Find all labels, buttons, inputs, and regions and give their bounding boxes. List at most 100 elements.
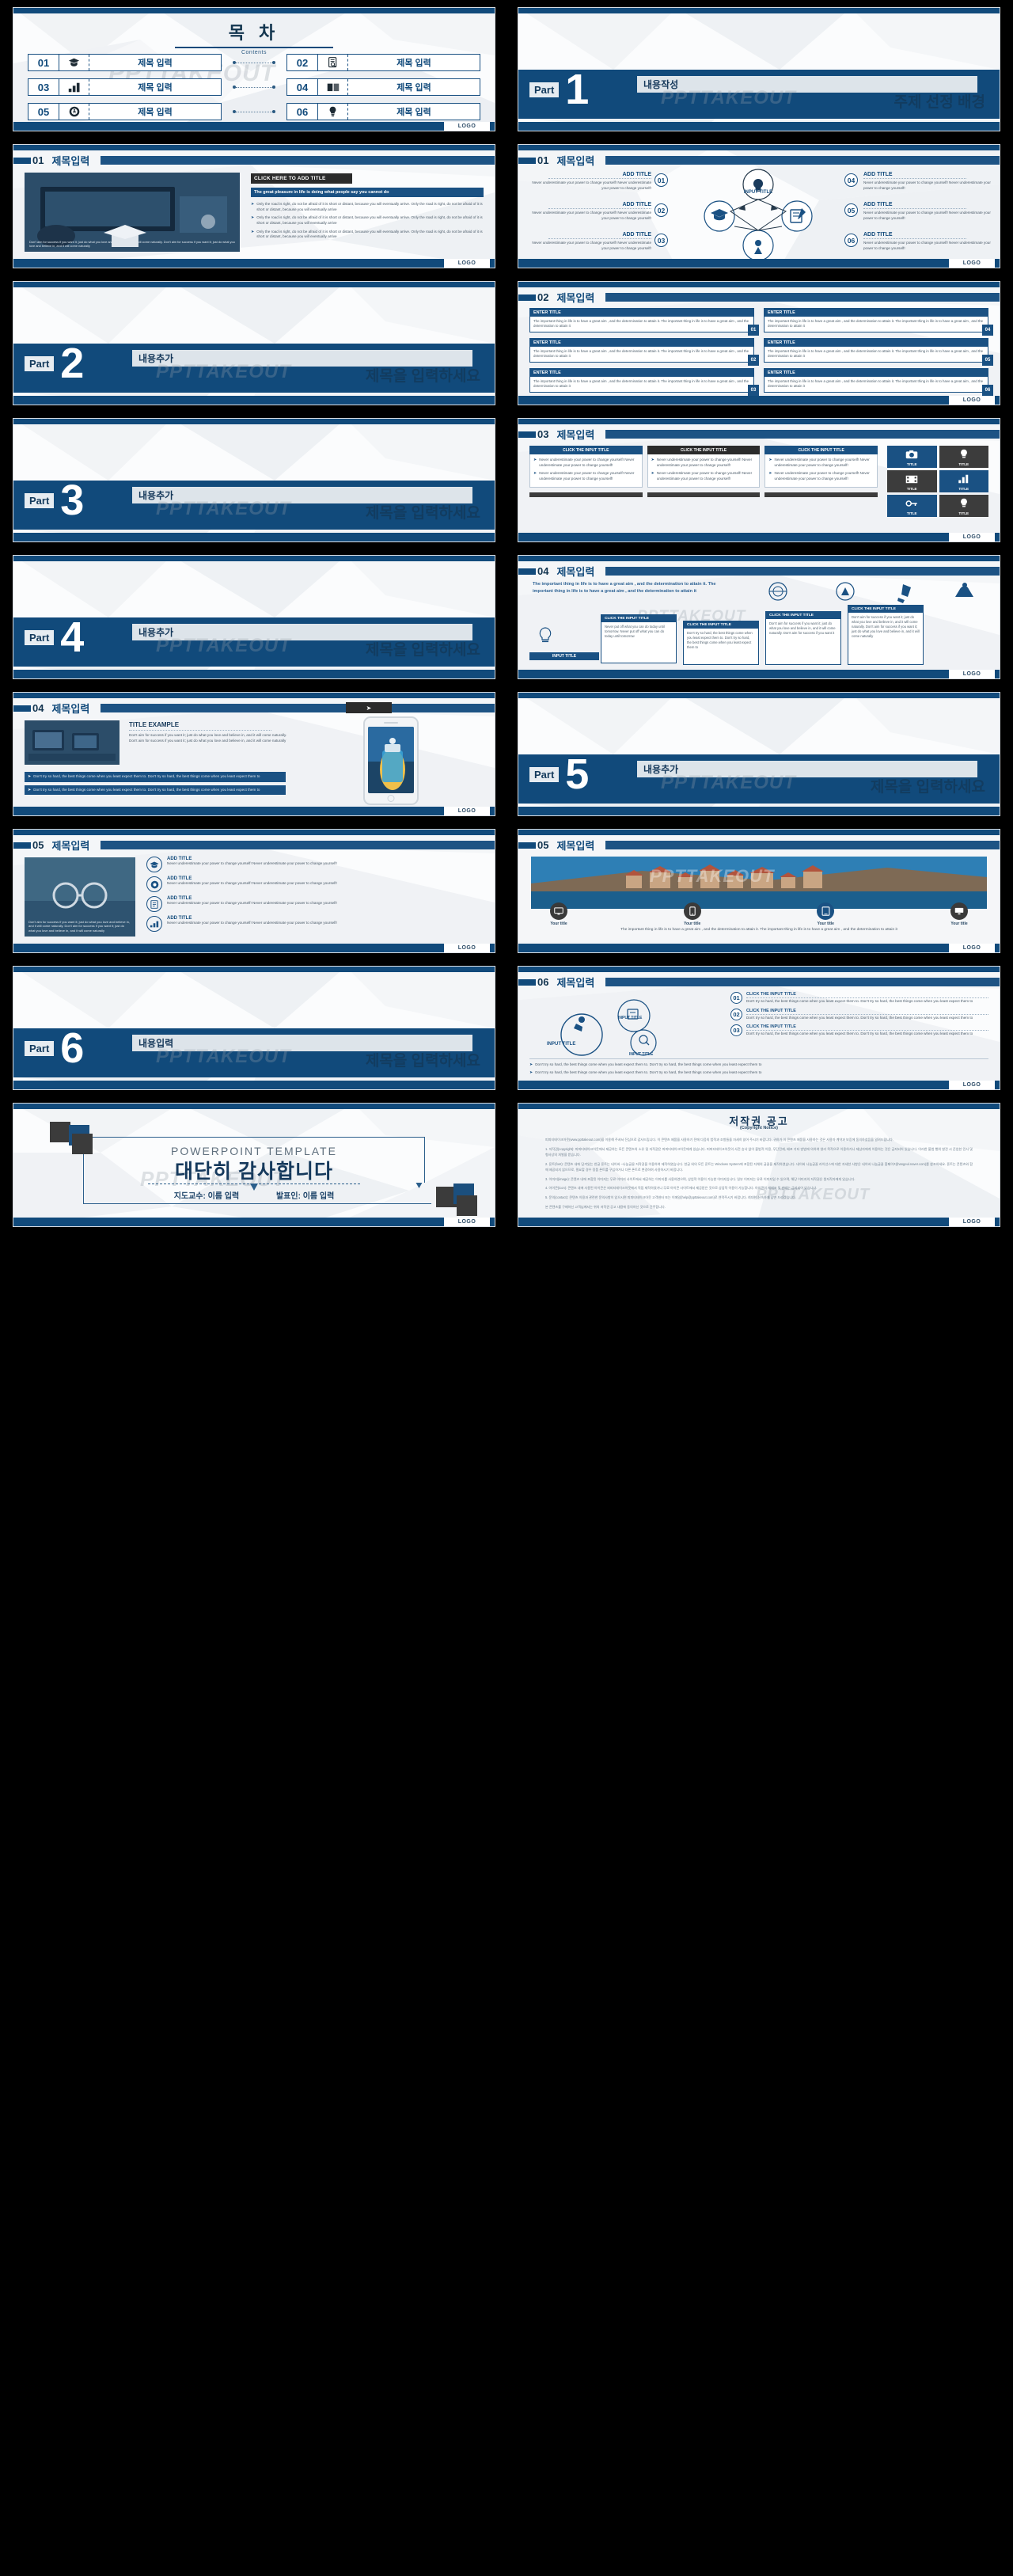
click-add-title-banner[interactable]: CLICK HERE TO ADD TITLE	[251, 173, 352, 184]
bottom-accent-bar	[13, 807, 495, 815]
row-02[interactable]: 02 CLICK THE INPUT TITLE Don't try so ha…	[730, 1008, 988, 1021]
bottom-accent-bar	[13, 259, 495, 268]
part-number: 1	[565, 65, 590, 113]
row-01[interactable]: 01 CLICK THE INPUT TITLE Don't try so ha…	[730, 992, 988, 1005]
node-03[interactable]: ADD TITLE Never underestimate your power…	[525, 232, 651, 251]
slide-six-cards[interactable]: 02 제목입력 ENTER TITLE The important thing …	[518, 282, 1000, 405]
tile-3[interactable]: TITLE	[887, 470, 937, 492]
footnote-text: Don't try so hard, the best things come …	[535, 1062, 762, 1066]
icon-tile-grid: TITLE TITLE TITLE TITLE TITLE TITLE	[887, 446, 988, 517]
slide-part-1[interactable]: Part 1 내용작성 PPTTAKEOUT 주제 선정 배경	[518, 8, 1000, 131]
column-body: ➤ Never underestimate your power to chang…	[647, 454, 761, 488]
list-item: ➤ Don't try so hard, the best things come…	[529, 1062, 762, 1067]
flow-card-4[interactable]: CLICK THE INPUT TITLE Don't aim for succ…	[848, 605, 924, 665]
bottom-accent-bar	[13, 944, 495, 952]
column-body: ➤ Never underestimate your power to chang…	[764, 454, 878, 488]
header-tick	[13, 842, 31, 849]
list-item[interactable]: ADD TITLE Never underestimate your power…	[146, 857, 484, 872]
slide-part-4[interactable]: Part 4 내용추가 PPTTAKEOUT 제목을 입력하세요	[13, 556, 495, 678]
bottom-accent-bar	[518, 1081, 1000, 1089]
slide-table-of-contents[interactable]: PPTTAKEOUT 목 차 Contents 01 제목 입력 02 제목 입…	[13, 8, 495, 131]
card-title: ENTER TITLE	[530, 309, 753, 317]
bubble-label-1: INPUT TITLE	[547, 1042, 576, 1047]
slide-part-2[interactable]: Part 2 내용추가 PPTTAKEOUT 제목을 입력하세요	[13, 282, 495, 405]
column-title: CLICK THE INPUT TITLE	[647, 446, 761, 454]
slide-three-columns[interactable]: 03 제목입력 CLICK THE INPUT TITLE ➤ Never und…	[518, 419, 1000, 541]
tile-6[interactable]: TITLE	[939, 495, 988, 517]
list-item[interactable]: ADD TITLE Never underestimate your power…	[146, 876, 484, 892]
card-05[interactable]: ENTER TITLE The important thing in life …	[764, 338, 993, 366]
node-02[interactable]: ADD TITLE Never underestimate your power…	[525, 202, 651, 221]
slide-part-5[interactable]: Part 5 내용추가 PPTTAKEOUT 제목을 입력하세요	[518, 693, 1000, 815]
toc-item-01[interactable]: 01 제목 입력	[28, 54, 222, 71]
node-body: Never underestimate your power to change…	[863, 211, 991, 220]
logo-badge: LOGO	[444, 1218, 490, 1226]
tile-2[interactable]: TITLE	[939, 446, 988, 468]
part-title: 주제 선정 배경	[893, 94, 985, 111]
toc-item-06[interactable]: 06 제목 입력	[286, 103, 480, 120]
flow-card-2[interactable]: CLICK THE INPUT TITLE Don't try so hard,…	[683, 621, 759, 665]
key-icon	[905, 500, 917, 507]
icon-item-1[interactable]: Your title	[550, 902, 567, 926]
slide-phone-mockup[interactable]: 04 제목입력 ➤ TITLE EXAMPLE Don't aim for su…	[13, 693, 495, 815]
arrow-button[interactable]: ➤	[346, 702, 392, 713]
slide-hub-diagram[interactable]: 01 제목입력 ADD TITLE Never underestimate yo…	[518, 145, 1000, 268]
icon-item-2[interactable]: Your title	[683, 902, 701, 926]
slide-bubbles-rows[interactable]: 06 제목입력 INPUT TITLE INPUT TITLE INPUT TI…	[518, 967, 1000, 1089]
column-1[interactable]: CLICK THE INPUT TITLE ➤ Never underestima…	[529, 446, 643, 497]
slide-cascade-cards[interactable]: 04 제목입력 The important thing in life is t…	[518, 556, 1000, 678]
toc-item-03[interactable]: 03 제목 입력	[28, 78, 222, 96]
card-title: CLICK THE INPUT TITLE	[684, 621, 758, 629]
node-body: Never underestimate your power to change…	[863, 241, 991, 250]
list-item[interactable]: ADD TITLE Never underestimate your power…	[146, 896, 484, 912]
column-3[interactable]: CLICK THE INPUT TITLE ➤ Never underestima…	[764, 446, 878, 497]
node-05[interactable]: ADD TITLE Never underestimate your power…	[863, 202, 992, 221]
slide-part-3[interactable]: Part 3 내용추가 PPTTAKEOUT 제목을 입력하세요	[13, 419, 495, 541]
node-01[interactable]: ADD TITLE Never underestimate your power…	[525, 172, 651, 191]
tile-5[interactable]: TITLE	[887, 495, 937, 517]
phone-device-mockup	[363, 716, 419, 805]
row-03[interactable]: 03 CLICK THE INPUT TITLE Don't try so ha…	[730, 1024, 988, 1037]
slide-copyright-notice[interactable]: 저작권 공고 (Copyright Notice) PPTTAKEOUT 피피티…	[518, 1104, 1000, 1226]
icon-item-3[interactable]: Your title	[817, 902, 835, 926]
toc-item-02[interactable]: 02 제목 입력	[286, 54, 480, 71]
list-item[interactable]: ADD TITLE Never underestimate your power…	[146, 916, 484, 932]
card-02[interactable]: ENTER TITLE The important thing in life …	[529, 338, 759, 366]
slide-photo-text[interactable]: 01 제목입력 Don't aim for success if you wan…	[13, 145, 495, 268]
toc-item-04[interactable]: 04 제목 입력	[286, 78, 480, 96]
slide-header: 02 제목입력	[518, 291, 1000, 304]
flow-card-1[interactable]: CLICK THE INPUT TITLE Never put off what…	[601, 614, 677, 663]
slide-thank-you[interactable]: POWERPOINT TEMPLATE PPTTAKEOUT 대단히 감사합니다…	[13, 1104, 495, 1226]
tile-1[interactable]: TITLE	[887, 446, 937, 468]
card-03[interactable]: ENTER TITLE The important thing in life …	[529, 368, 759, 396]
flow-card-3[interactable]: CLICK THE INPUT TITLE Don't aim for succ…	[765, 611, 841, 665]
column-2[interactable]: CLICK THE INPUT TITLE ➤ Never underestima…	[647, 446, 761, 497]
toc-item-05[interactable]: 05 제목 입력	[28, 103, 222, 120]
node-04[interactable]: ADD TITLE Never underestimate your power…	[863, 172, 992, 191]
card-01[interactable]: ENTER TITLE The important thing in life …	[529, 308, 759, 336]
part-number: 5	[565, 750, 590, 798]
icon-item-4[interactable]: Your title	[950, 902, 968, 926]
card-04[interactable]: ENTER TITLE The important thing in life …	[764, 308, 993, 336]
slide-part-6[interactable]: Part 6 내용입력 PPTTAKEOUT 제목을 입력하세요	[13, 967, 495, 1089]
lead-banner: The great pleasure in life is doing what…	[251, 188, 484, 197]
slide-photo-list[interactable]: 05 제목입력 Don't aim for success if you wan…	[13, 830, 495, 952]
bottom-accent-bar	[518, 944, 1000, 952]
item-body: Never underestimate your power to change…	[167, 901, 337, 905]
deco-square-dark-1	[50, 1122, 70, 1142]
feature-list: ADD TITLE Never underestimate your power…	[146, 857, 484, 932]
tile-4[interactable]: TITLE	[939, 470, 988, 492]
toc-row: 03 제목 입력 04 제목 입력	[28, 78, 480, 96]
phone-home-button[interactable]	[387, 795, 395, 802]
slide-header: 04 제목입력	[13, 702, 495, 715]
slide-cityscape[interactable]: 05 제목입력 PPTTAKEOUT Your title Your title…	[518, 830, 1000, 952]
bullet-text: Never underestimate your power to change…	[774, 458, 870, 467]
bottom-accent-bar	[13, 670, 495, 678]
header-number: 06	[537, 976, 549, 988]
node-body: Never underestimate your power to change…	[532, 211, 651, 220]
card-06[interactable]: ENTER TITLE The important thing in life …	[764, 368, 993, 396]
copyright-paragraph: 3. 이미지(image): 콘텐츠 내에 포함된 이미지는 무료 이미지 사이…	[545, 1176, 856, 1181]
node-06[interactable]: ADD TITLE Never underestimate your power…	[863, 232, 992, 251]
top-accent-bar	[13, 419, 495, 424]
dotted-rule	[863, 208, 966, 209]
